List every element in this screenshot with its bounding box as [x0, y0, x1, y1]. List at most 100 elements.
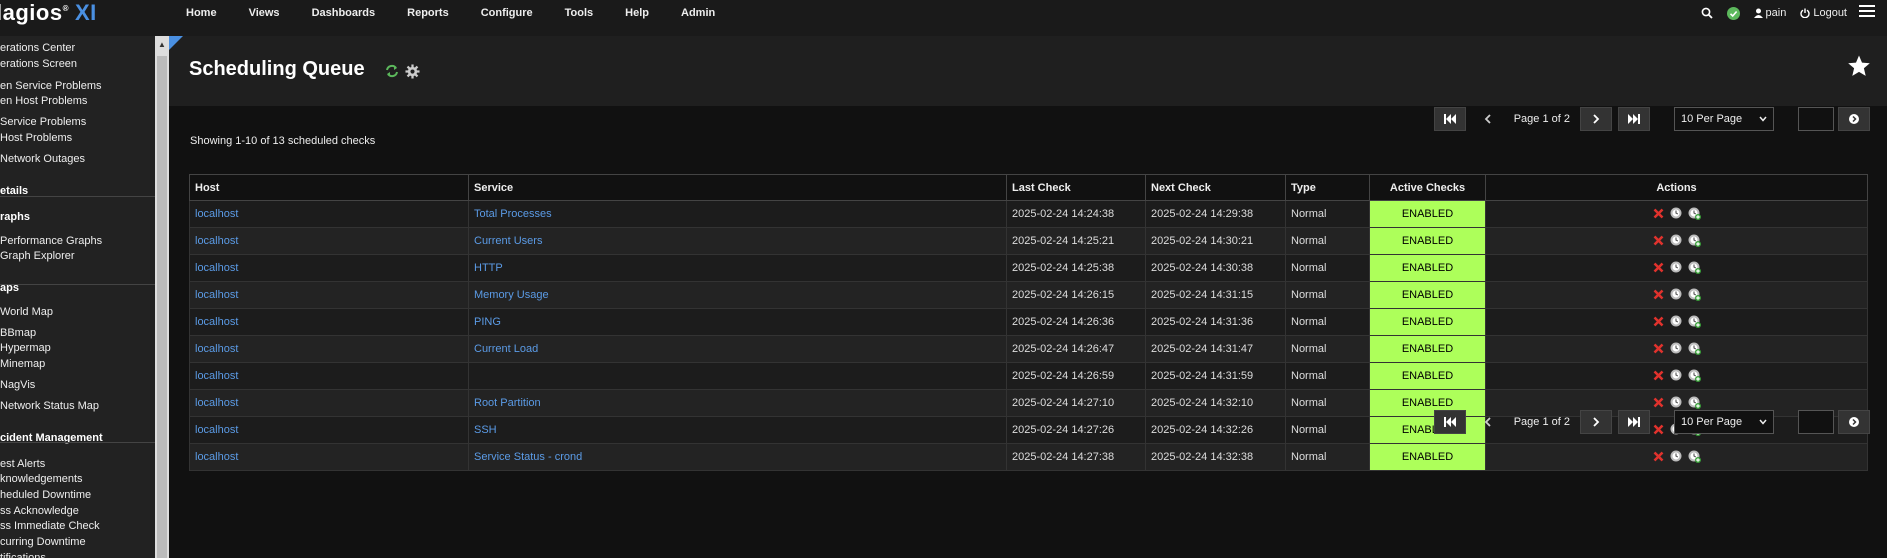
sidebar-link[interactable]: Network Outages: [0, 153, 85, 165]
host-link[interactable]: localhost: [195, 316, 238, 328]
service-link[interactable]: HTTP: [474, 262, 503, 274]
disable-check-icon[interactable]: [1653, 289, 1664, 300]
service-link[interactable]: Memory Usage: [474, 289, 549, 301]
schedule-check-icon[interactable]: [1670, 342, 1682, 354]
sidebar-link[interactable]: Graph Explorer: [0, 250, 75, 262]
user-menu[interactable]: pain: [1753, 7, 1786, 19]
schedule-check-icon[interactable]: [1670, 288, 1682, 300]
sidebar-link[interactable]: Hypermap: [0, 342, 51, 354]
host-link[interactable]: localhost: [195, 343, 238, 355]
disable-check-icon[interactable]: [1653, 451, 1664, 462]
go-to-page-button[interactable]: [1838, 107, 1870, 131]
sidebar-link[interactable]: en Host Problems: [0, 95, 87, 107]
host-link[interactable]: localhost: [195, 451, 238, 463]
status-ok-icon[interactable]: [1726, 6, 1740, 20]
hamburger-menu-icon[interactable]: [1859, 2, 1875, 20]
sidebar-link[interactable]: tifications: [0, 552, 46, 558]
service-link[interactable]: PING: [474, 316, 501, 328]
disable-check-icon[interactable]: [1653, 316, 1664, 327]
scroll-up-arrow-icon[interactable]: ▲: [158, 40, 166, 49]
nav-reports[interactable]: Reports: [391, 0, 465, 26]
logout-link[interactable]: Logout: [1800, 7, 1847, 19]
sidebar-link[interactable]: Host Problems: [0, 132, 72, 144]
nav-views[interactable]: Views: [233, 0, 296, 26]
nav-home[interactable]: Home: [170, 0, 233, 26]
next-page-button[interactable]: [1580, 410, 1612, 434]
force-check-icon[interactable]: [1688, 450, 1701, 463]
host-link[interactable]: localhost: [195, 262, 238, 274]
disable-check-icon[interactable]: [1653, 235, 1664, 246]
last-page-button[interactable]: [1618, 107, 1650, 131]
host-link[interactable]: localhost: [195, 397, 238, 409]
col-last-check[interactable]: Last Check: [1006, 174, 1146, 201]
force-check-icon[interactable]: [1688, 207, 1701, 220]
sidebar-link[interactable]: erations Center: [0, 42, 75, 54]
sidebar-scrollbar[interactable]: ▲: [155, 36, 169, 558]
host-link[interactable]: localhost: [195, 235, 238, 247]
sidebar-link[interactable]: BBmap: [0, 327, 36, 339]
per-page-select[interactable]: 10 Per Page: [1674, 410, 1774, 434]
sidebar-link[interactable]: ss Acknowledge: [0, 505, 79, 517]
go-to-page-button[interactable]: [1838, 410, 1870, 434]
disable-check-icon[interactable]: [1653, 370, 1664, 381]
service-link[interactable]: Current Users: [474, 235, 542, 247]
nav-configure[interactable]: Configure: [465, 0, 549, 26]
first-page-button[interactable]: [1433, 410, 1466, 434]
sidebar-link[interactable]: knowledgements: [0, 473, 83, 485]
prev-page-button[interactable]: [1472, 410, 1504, 434]
jump-to-page-input[interactable]: [1798, 410, 1834, 434]
schedule-check-icon[interactable]: [1670, 450, 1682, 462]
disable-check-icon[interactable]: [1653, 262, 1664, 273]
search-icon[interactable]: [1701, 7, 1713, 19]
last-page-button[interactable]: [1618, 410, 1650, 434]
sidebar-link[interactable]: erations Screen: [0, 58, 77, 70]
sidebar-link[interactable]: Service Problems: [0, 116, 86, 128]
nav-admin[interactable]: Admin: [665, 0, 731, 26]
sidebar-link[interactable]: ss Immediate Check: [0, 520, 100, 532]
force-check-icon[interactable]: [1688, 369, 1701, 382]
service-link[interactable]: SSH: [474, 424, 497, 436]
schedule-check-icon[interactable]: [1670, 234, 1682, 246]
sidebar-link[interactable]: World Map: [0, 306, 53, 318]
sidebar-link[interactable]: heduled Downtime: [0, 489, 91, 501]
nagios-xi-logo[interactable]: lagios® XI: [0, 0, 97, 26]
col-next-check[interactable]: Next Check: [1145, 174, 1286, 201]
sidebar-link[interactable]: Performance Graphs: [0, 235, 102, 247]
service-link[interactable]: Service Status - crond: [474, 451, 582, 463]
favorite-star-icon[interactable]: [1847, 54, 1871, 81]
sidebar-link[interactable]: NagVis: [0, 379, 35, 391]
service-link[interactable]: Root Partition: [474, 397, 541, 409]
force-check-icon[interactable]: [1688, 234, 1701, 247]
host-link[interactable]: localhost: [195, 208, 238, 220]
sidebar-link[interactable]: en Service Problems: [0, 80, 102, 92]
col-active-checks[interactable]: Active Checks: [1369, 174, 1486, 201]
schedule-check-icon[interactable]: [1670, 369, 1682, 381]
sidebar-link[interactable]: Minemap: [0, 358, 45, 370]
host-link[interactable]: localhost: [195, 370, 238, 382]
sidebar-link[interactable]: curring Downtime: [0, 536, 86, 548]
gear-icon[interactable]: [405, 64, 420, 82]
nav-help[interactable]: Help: [609, 0, 665, 26]
jump-to-page-input[interactable]: [1798, 107, 1834, 131]
force-check-icon[interactable]: [1688, 261, 1701, 274]
disable-check-icon[interactable]: [1653, 397, 1664, 408]
service-link[interactable]: Total Processes: [474, 208, 552, 220]
schedule-check-icon[interactable]: [1670, 207, 1682, 219]
nav-dashboards[interactable]: Dashboards: [296, 0, 392, 26]
col-host[interactable]: Host: [189, 174, 469, 201]
host-link[interactable]: localhost: [195, 424, 238, 436]
col-type[interactable]: Type: [1285, 174, 1370, 201]
force-check-icon[interactable]: [1688, 288, 1701, 301]
nav-tools[interactable]: Tools: [549, 0, 610, 26]
disable-check-icon[interactable]: [1653, 343, 1664, 354]
force-check-icon[interactable]: [1688, 342, 1701, 355]
schedule-check-icon[interactable]: [1670, 396, 1682, 408]
schedule-check-icon[interactable]: [1670, 315, 1682, 327]
first-page-button[interactable]: [1433, 107, 1466, 131]
prev-page-button[interactable]: [1472, 107, 1504, 131]
sidebar-section-heading[interactable]: raphs: [0, 211, 30, 223]
collapse-sidebar-tab[interactable]: [169, 36, 183, 50]
next-page-button[interactable]: [1580, 107, 1612, 131]
per-page-select[interactable]: 10 Per Page: [1674, 107, 1774, 131]
host-link[interactable]: localhost: [195, 289, 238, 301]
